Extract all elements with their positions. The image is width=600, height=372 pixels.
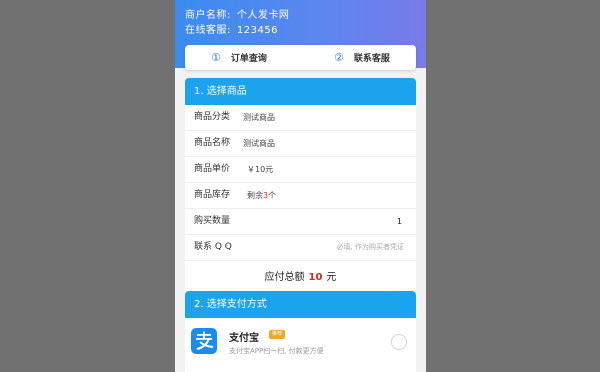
alipay-icon — [191, 328, 217, 354]
payment-description: 支付宝APP扫一扫, 付款更方便 — [229, 347, 324, 355]
total-amount-label: 应付总额 — [264, 272, 305, 283]
total-amount-unit: 元 — [326, 272, 337, 283]
phone-frame: 商户名称: 个人发卡网 在线客服: 123456 ① 订单查询 ② 联系客服 1. 选择… — [175, 0, 426, 372]
total-amount: 应付总额 10 元 — [185, 261, 416, 295]
merchant-service-label: 在线客服: — [185, 25, 231, 36]
purchase-quantity-row: 购买数量 1 — [185, 209, 416, 235]
purchase-quantity-label: 购买数量 — [194, 216, 231, 226]
contact-qq-label: 联系 Q Q — [194, 242, 232, 252]
select-product-card: 1. 选择商品 商品分类 测试商品 商品名称 测试商品 商品单价 ￥10元 商品… — [185, 78, 416, 295]
merchant-name-line: 商户名称: 个人发卡网 — [185, 6, 289, 21]
number-one-icon: ① — [211, 51, 221, 64]
product-price-value: ￥10元 — [247, 165, 274, 174]
product-stock-label: 商品库存 — [194, 190, 231, 200]
tab-order-query-label: 订单查询 — [230, 54, 267, 64]
product-category-row: 商品分类 测试商品 — [185, 105, 416, 131]
tab-contact-service[interactable]: ② 联系客服 — [334, 45, 390, 70]
payment-name: 支付宝 — [229, 333, 259, 344]
payment-option-alipay[interactable]: 支付宝 推荐 支付宝APP扫一扫, 付款更方便 — [185, 318, 416, 366]
payment-radio[interactable] — [391, 334, 407, 350]
stock-prefix: 剩余 — [247, 191, 263, 200]
number-two-icon: ② — [334, 51, 344, 64]
merchant-name-value: 个人发卡网 — [236, 10, 290, 21]
product-price-label: 商品单价 — [194, 164, 231, 174]
merchant-service-line: 在线客服: 123456 — [185, 21, 278, 36]
contact-qq-input[interactable]: 必填, 作为购买者凭证 — [337, 235, 404, 260]
section-title-select-product: 1. 选择商品 — [185, 78, 416, 105]
product-stock-row: 商品库存 剩余3个 — [185, 183, 416, 209]
stock-suffix: 个 — [268, 191, 277, 200]
product-stock-value: 剩余3个 — [247, 183, 276, 208]
tab-order-query[interactable]: ① 订单查询 — [211, 45, 267, 70]
merchant-service-value: 123456 — [236, 25, 279, 36]
product-category-label: 商品分类 — [194, 112, 231, 122]
product-name-row: 商品名称 测试商品 — [185, 131, 416, 157]
recommended-badge: 推荐 — [269, 330, 286, 339]
contact-qq-row: 联系 Q Q 必填, 作为购买者凭证 — [185, 235, 416, 261]
product-name-select[interactable]: 测试商品 — [243, 131, 275, 156]
product-price-row: 商品单价 ￥10元 — [185, 157, 416, 183]
tab-contact-service-label: 联系客服 — [353, 54, 390, 64]
select-payment-card: 2. 选择支付方式 支付宝 推荐 支付宝APP扫一扫, 付款更方便 — [185, 291, 416, 372]
product-category-select[interactable]: 测试商品 — [243, 105, 275, 130]
action-tabs: ① 订单查询 ② 联系客服 — [185, 45, 416, 70]
section-title-select-payment: 2. 选择支付方式 — [185, 291, 416, 318]
merchant-name-label: 商户名称: — [185, 10, 231, 21]
purchase-quantity-input[interactable]: 1 — [397, 209, 402, 234]
product-name-label: 商品名称 — [194, 138, 231, 148]
total-amount-value: 10 — [308, 272, 323, 283]
